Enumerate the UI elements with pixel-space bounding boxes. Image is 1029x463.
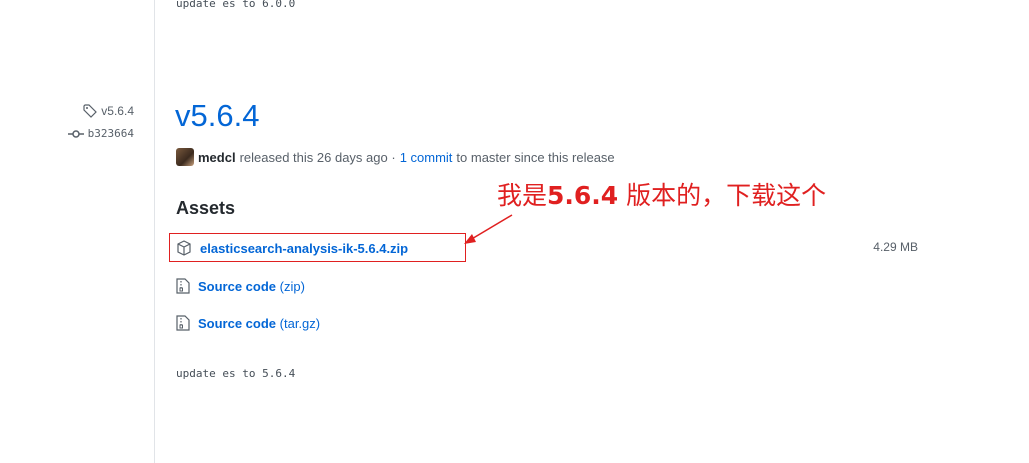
assets-heading: Assets [176,198,236,218]
source-code-label: Source code [198,315,277,331]
file-zip-icon [176,278,190,294]
tag-icon [83,104,98,118]
release-commit-sha: b323664 [87,127,134,140]
branch-text: to master since this release [456,149,615,165]
release-byline: medcl released this 26 days ago · 1 comm… [176,148,615,166]
annotation-prefix: 我是 [497,181,548,210]
timeline-line [154,0,155,463]
asset-row-source-zip[interactable]: Source code (zip) [176,278,305,294]
release-commit[interactable]: b323664 [67,127,134,140]
asset-size: 4.29 MB [873,240,918,254]
commit-icon [67,129,84,138]
asset-row-source-targz[interactable]: Source code (tar.gz) [176,315,320,331]
source-code-label: Source code [198,278,277,294]
annotation-suffix: 版本的，下载这个 [618,181,827,210]
source-code-targz-link[interactable]: Source code (tar.gz) [198,316,320,331]
file-zip-icon [176,315,190,331]
highlight-box [169,233,466,262]
release-title[interactable]: v5.6.4 [175,98,259,134]
release-note: update es to 5.6.4 [176,367,296,380]
annotation-version: 5.6.4 [547,181,619,210]
source-code-format: (zip) [279,278,305,294]
commit-count-link[interactable]: 1 commit [400,150,453,165]
annotation-text: 我是5.6.4 版本的，下载这个 [497,176,826,212]
source-code-format: (tar.gz) [279,315,321,331]
annotation-arrow [464,214,513,244]
previous-release-note: update es to 6.0.0 [176,0,296,10]
avatar[interactable] [176,148,194,166]
release-tag-label: v5.6.4 [101,104,134,118]
source-code-zip-link[interactable]: Source code (zip) [198,279,305,294]
author-link[interactable]: medcl [198,150,236,165]
released-text: released this 26 days ago · [239,149,396,165]
release-tag[interactable]: v5.6.4 [83,104,134,118]
